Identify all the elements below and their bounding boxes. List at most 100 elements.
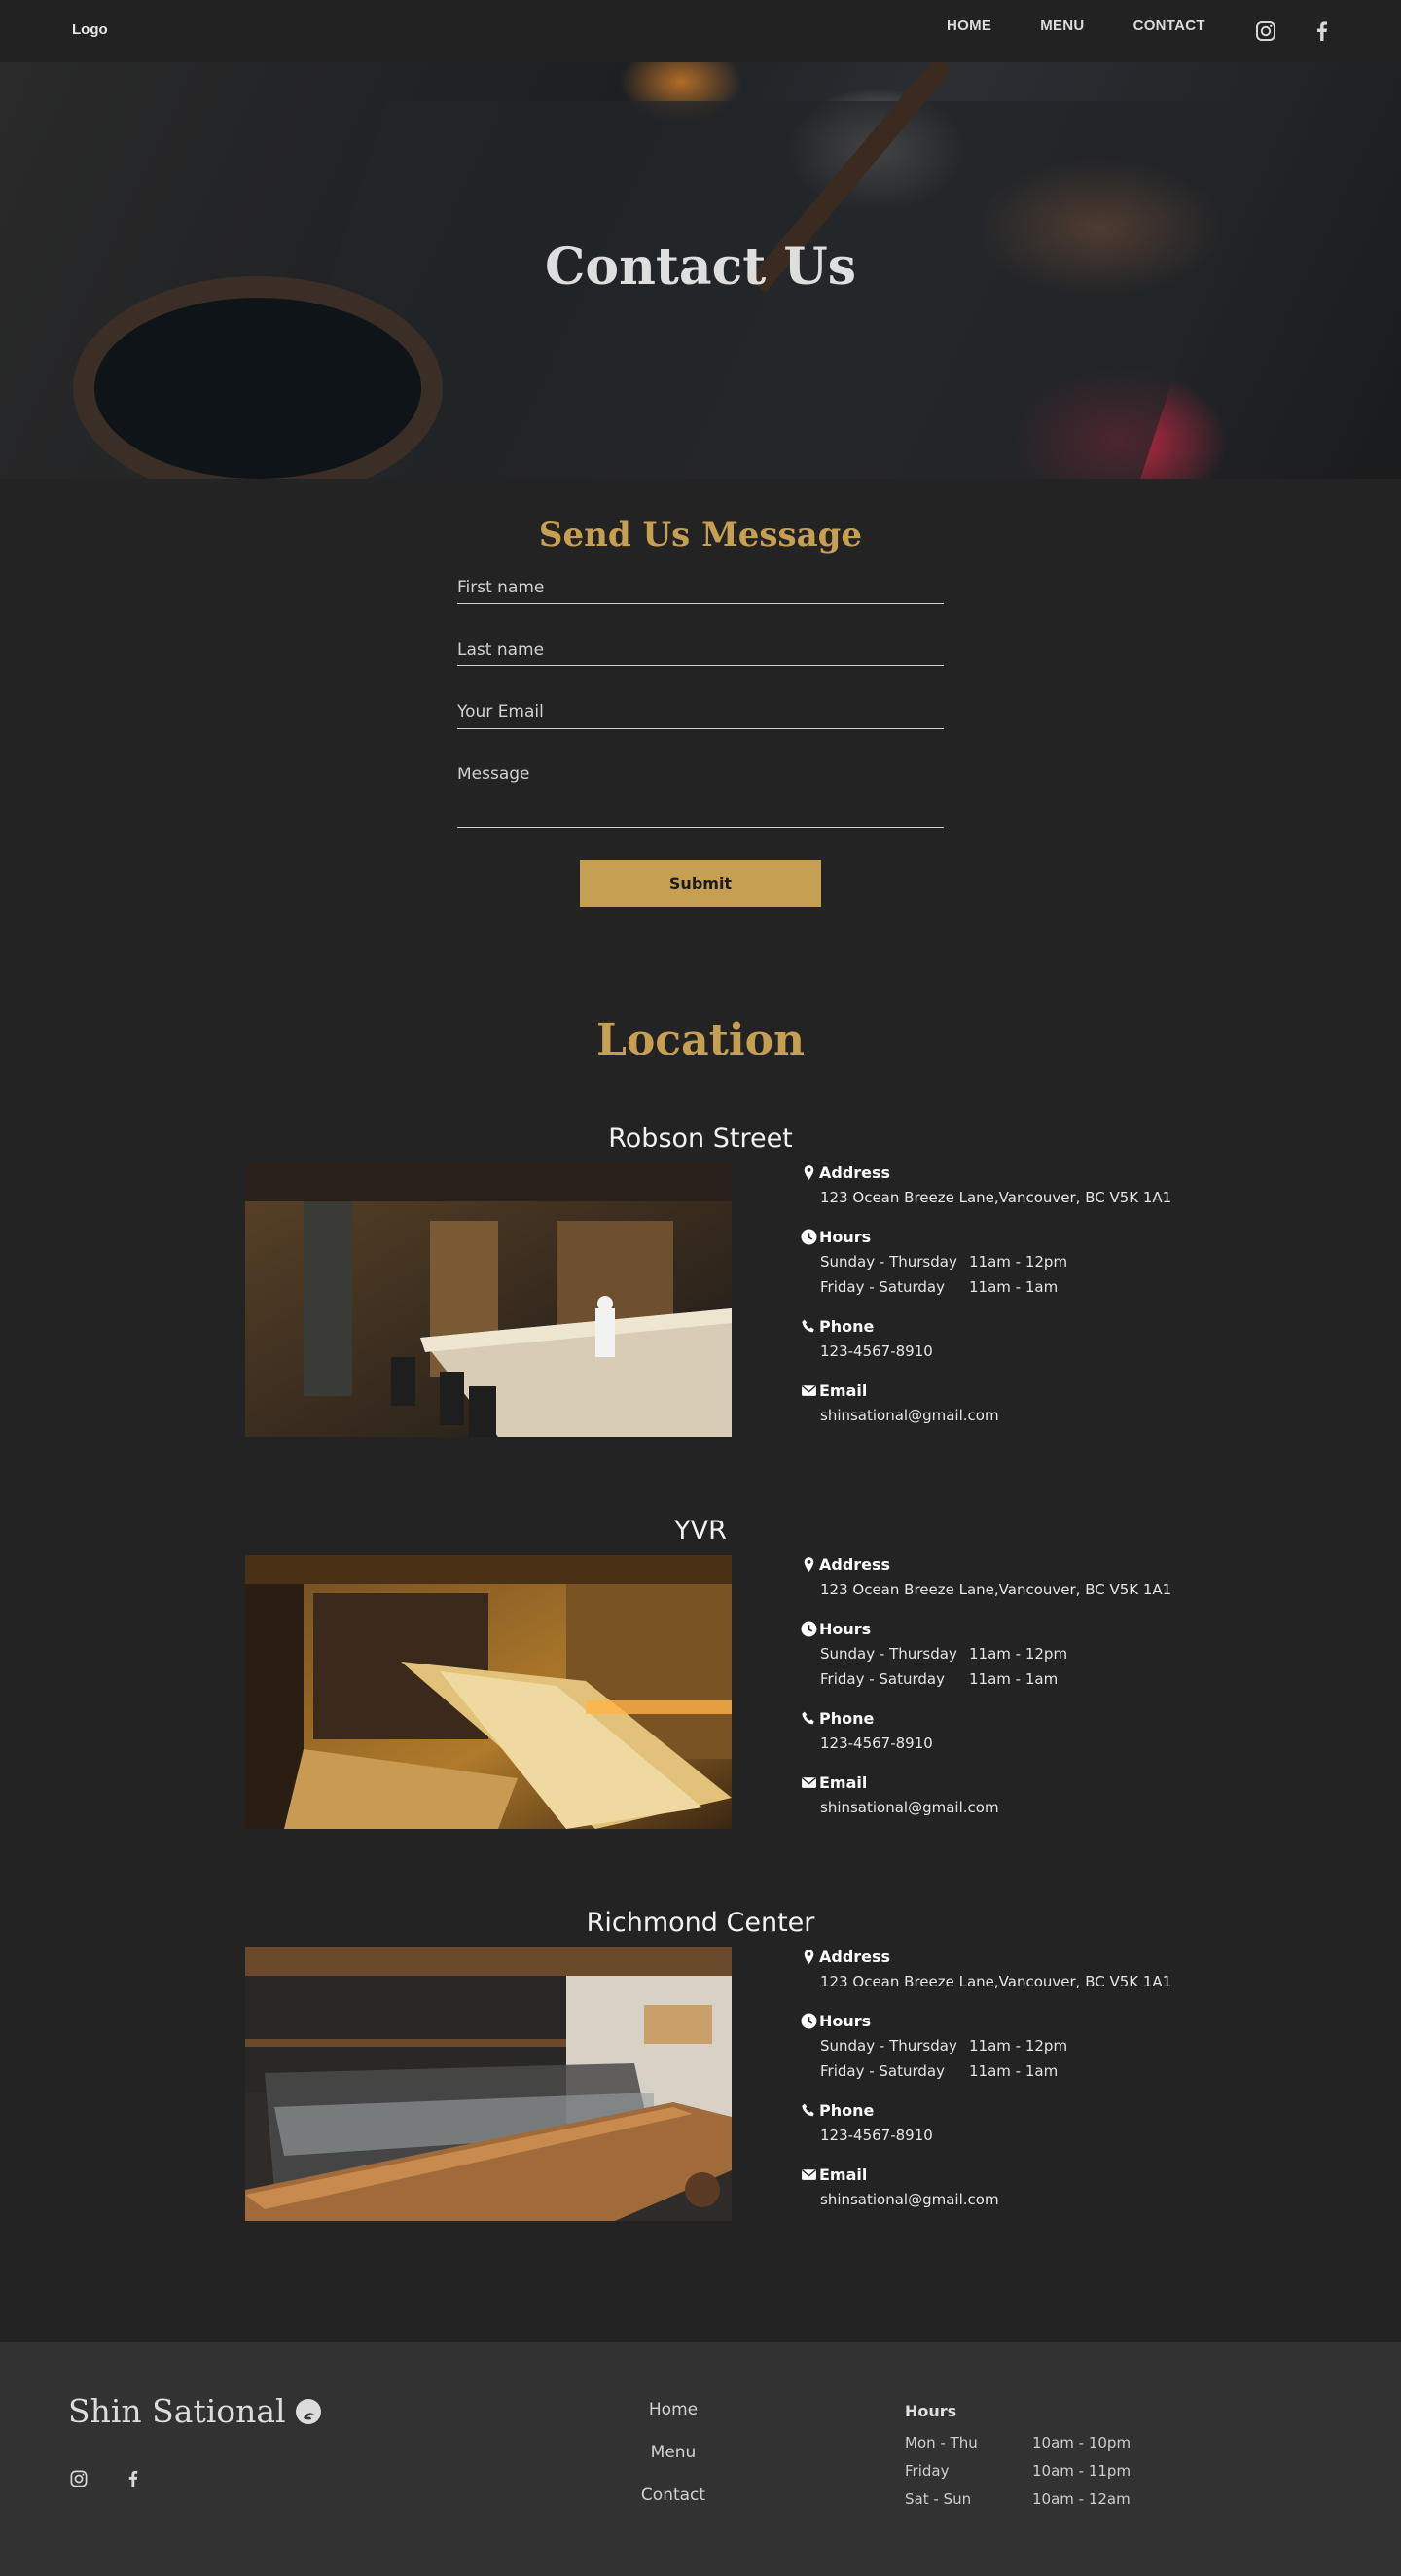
phone-icon [802,1711,814,1724]
top-nav: Logo HOME MENU CONTACT [0,0,1401,62]
address-value: 123 Ocean Breeze Lane,Vancouver, BC V5K … [820,1581,1172,1598]
envelope-icon [802,1776,816,1788]
footer-menu-link[interactable]: Menu [584,2443,763,2464]
phone-label: Phone [819,2100,875,2120]
branch-robson: Robson Street Address 123 Ocean Breeze L… [0,1124,1401,1516]
email-field[interactable]: Your Email [457,702,944,729]
brand-name: Shin Sational [68,2392,286,2430]
hours-time: 11am - 12pm [969,2037,1068,2055]
hours-label: Hours [819,2011,872,2030]
hours-days: Sunday - Thursday [820,2037,957,2055]
phone-icon [802,2103,814,2116]
hours-row: Friday - Saturday 11am - 1am [820,2061,1171,2081]
footer-links: Home Menu Contact [584,2400,763,2528]
instagram-icon[interactable] [1253,18,1278,44]
hours-list: Sunday - Thursday 11am - 12pm Friday - Sa… [801,1644,1171,1689]
address-label: Address [819,1555,891,1574]
first-name-field[interactable]: First name [457,578,944,604]
hours-row: Friday - Saturday 11am - 1am [820,1669,1171,1689]
clock-icon [801,2013,817,2028]
envelope-icon [802,2168,816,2180]
branch-info: Address 123 Ocean Breeze Lane,Vancouver,… [801,1947,1171,2229]
address-label: Address [819,1163,891,1182]
email-value[interactable]: shinsational@gmail.com [801,2190,1171,2209]
phone-label: Phone [819,1708,875,1728]
email-heading: Email [801,1380,1171,1400]
clock-icon [801,1229,817,1244]
nav-links: HOME MENU CONTACT [947,18,1254,34]
nav-social [1253,18,1335,44]
hero-banner: Contact Us [0,62,1401,479]
footer-home-link[interactable]: Home [584,2400,763,2421]
address-value: 123 Ocean Breeze Lane,Vancouver, BC V5K … [820,1189,1172,1206]
footer-hours-days: Friday [905,2462,950,2480]
nav-home-link[interactable]: HOME [947,18,991,34]
instagram-icon[interactable] [68,2468,90,2489]
hours-row: Sunday - Thursday 11am - 12pm [820,1252,1171,1271]
location-section: Location Robson Street Address 123 Ocean… [0,1016,1401,2342]
hours-heading: Hours [801,1619,1171,1638]
footer-hours-row: Sat - Sun 10am - 12am [905,2490,1131,2509]
address-heading: Address [801,1163,1171,1182]
email-placeholder: Your Email [457,702,544,722]
hours-days: Friday - Saturday [820,1670,946,1688]
restaurant-interior-image [245,1555,732,1829]
hours-list: Sunday - Thursday 11am - 12pm Friday - Sa… [801,2036,1171,2081]
email-label: Email [819,1380,868,1400]
logo[interactable]: Logo [72,21,108,38]
footer: Shin Sational Home Menu Contact Hours Mo… [0,2342,1401,2576]
branch-name: Robson Street [608,1124,793,1154]
last-name-field[interactable]: Last name [457,640,944,666]
branch-photo-yvr [245,1555,732,1829]
last-name-placeholder: Last name [457,640,545,660]
address-value: 123 Ocean Breeze Lane,Vancouver, BC V5K … [820,1973,1172,1990]
hours-row: Sunday - Thursday 11am - 12pm [820,2036,1171,2056]
message-placeholder: Message [457,765,530,784]
clock-icon [801,1621,817,1636]
hours-time: 11am - 12pm [969,1645,1068,1663]
email-label: Email [819,1772,868,1792]
facebook-icon[interactable] [123,2468,144,2489]
nav-menu-link[interactable]: MENU [1040,18,1084,34]
envelope-icon [802,1384,816,1396]
first-name-placeholder: First name [457,578,545,597]
email-heading: Email [801,2165,1171,2184]
message-field[interactable]: Message [457,765,944,828]
footer-hours-row: Mon - Thu 10am - 10pm [905,2434,1131,2452]
restaurant-interior-image [245,1163,732,1437]
hours-time: 11am - 1am [969,2062,1059,2080]
form-title: Send Us Message [538,516,863,555]
phone-heading: Phone [801,1316,1171,1336]
nav-contact-link[interactable]: CONTACT [1133,18,1205,34]
branch-photo-robson [245,1163,732,1437]
brand-badge-icon [295,2398,321,2424]
email-value[interactable]: shinsational@gmail.com [801,1798,1171,1817]
phone-value[interactable]: 123-4567-8910 [801,2126,1171,2145]
email-value[interactable]: shinsational@gmail.com [801,1406,1171,1425]
phone-label: Phone [819,1316,875,1336]
hours-time: 11am - 1am [969,1278,1059,1296]
hours-list: Sunday - Thursday 11am - 12pm Friday - Sa… [801,1252,1171,1297]
phone-icon [802,1319,814,1332]
hours-row: Sunday - Thursday 11am - 12pm [820,1644,1171,1664]
footer-contact-link[interactable]: Contact [584,2486,763,2507]
phone-value[interactable]: 123-4567-8910 [801,1342,1171,1361]
location-title: Location [596,1016,805,1065]
hours-time: 11am - 12pm [969,1253,1068,1270]
contact-form-section: Send Us Message First name Last name You… [0,516,1401,907]
map-pin-icon [804,1949,814,1964]
hours-days: Friday - Saturday [820,2062,946,2080]
map-pin-icon [804,1556,814,1572]
submit-button[interactable]: Submit [580,860,821,907]
hours-label: Hours [819,1227,872,1246]
footer-hours-time: 10am - 10pm [1032,2434,1132,2451]
hours-label: Hours [819,1619,872,1638]
hours-heading: Hours [801,2011,1171,2030]
phone-value[interactable]: 123-4567-8910 [801,1734,1171,1753]
hours-days: Sunday - Thursday [820,1253,957,1270]
facebook-icon[interactable] [1310,18,1335,44]
email-label: Email [819,2165,868,2184]
hours-heading: Hours [801,1227,1171,1246]
hours-days: Friday - Saturday [820,1278,946,1296]
map-pin-icon [804,1164,814,1180]
